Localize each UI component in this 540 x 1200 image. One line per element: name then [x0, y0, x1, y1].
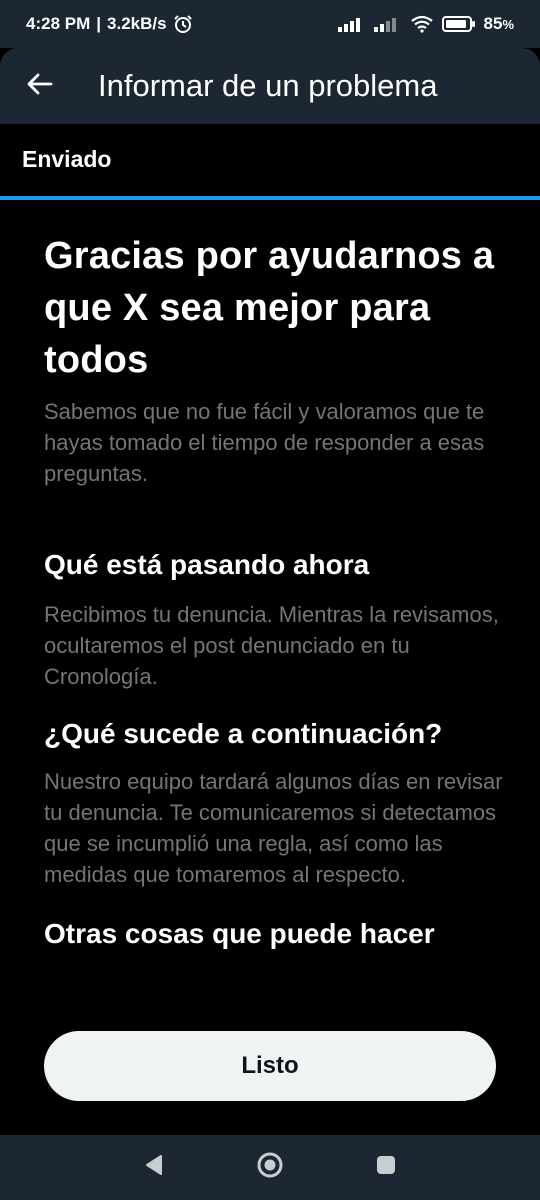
circle-home-icon [256, 1151, 284, 1184]
page-title: Informar de un problema [98, 68, 438, 103]
section-body-next: Nuestro equipo tardará algunos días en r… [44, 769, 503, 887]
intro-text: Sabemos que no fue fácil y valoramos que… [44, 399, 485, 486]
battery-unit: % [502, 17, 514, 32]
section-body-now: Recibimos tu denuncia. Mientras la revis… [44, 602, 499, 689]
nav-back-button[interactable] [96, 1135, 212, 1200]
report-confirmation-screen: 4:28 PM | 3.2kB/s 85% Informar de un pro… [0, 0, 540, 1200]
cell-signal-icon-secondary [373, 16, 402, 32]
alarm-clock-icon [173, 14, 193, 34]
status-separator: | [96, 14, 102, 33]
section-title-next: ¿Qué sucede a continuación? [44, 718, 443, 749]
back-button[interactable] [0, 48, 80, 124]
progress-fill [0, 196, 540, 200]
status-speed: 3.2kB/s [107, 14, 167, 33]
battery-icon [441, 15, 476, 33]
app-bar: Informar de un problema [0, 48, 540, 124]
battery-value: 85 [483, 14, 503, 33]
triangle-back-icon [144, 1154, 164, 1181]
nav-recents-button[interactable] [328, 1135, 444, 1200]
status-bar: 4:28 PM | 3.2kB/s 85% [0, 0, 540, 48]
wifi-icon [410, 15, 434, 33]
section-title-other: Otras cosas que puede hacer [44, 918, 435, 949]
status-time: 4:28 PM [26, 14, 91, 33]
status-left: 4:28 PM | 3.2kB/s [26, 14, 193, 34]
section-title-now: Qué está pasando ahora [44, 549, 370, 580]
system-nav-bar [0, 1135, 540, 1200]
status-right: 85% [337, 14, 514, 34]
confirmation-content: Gracias por ayudarnos a que X sea mejor … [44, 230, 504, 952]
done-button[interactable]: Listo [44, 1031, 496, 1101]
battery-level: 85% [484, 14, 514, 34]
progress-bar [0, 196, 540, 200]
square-recents-icon [375, 1154, 397, 1181]
cell-signal-icon [337, 16, 366, 32]
nav-home-button[interactable] [212, 1135, 328, 1200]
headline: Gracias por ayudarnos a que X sea mejor … [44, 235, 495, 381]
arrow-left-icon [27, 73, 53, 100]
progress-step-label: Enviado [22, 146, 112, 172]
